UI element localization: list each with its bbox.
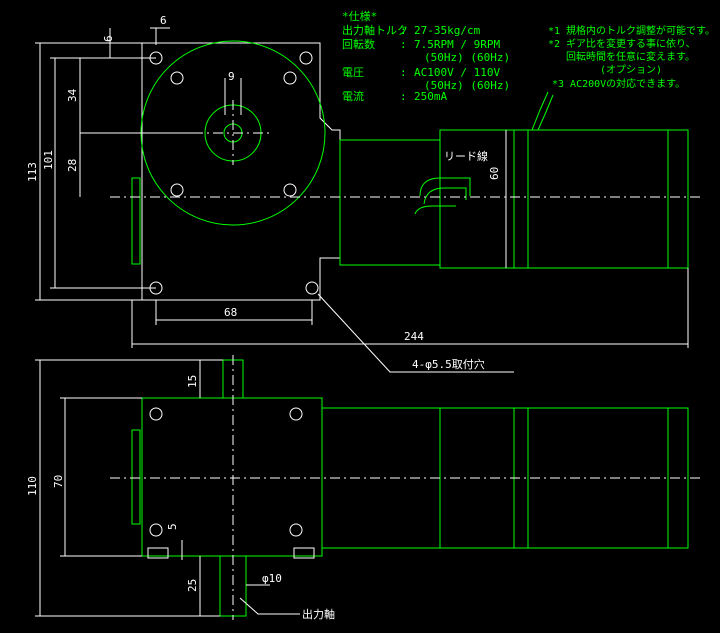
dim-28: 28 [66,159,79,172]
output-shaft-label: 出力軸 [302,607,335,621]
dim-34: 34 [66,88,79,102]
spec-colon-6: : [400,90,407,103]
spec-label-torque: 出力軸トルク [342,23,408,37]
hole-callout: 4-φ5.5取付穴 [412,357,485,371]
note-3: 回転時間を任意に変えます。 [566,50,695,63]
spec-heading: *仕様* [342,9,377,23]
note-5: *3 AC200Vの対応できます。 [552,77,685,90]
spec-label-voltage: 電圧 [342,66,364,79]
cad-drawing: *仕様* 出力軸トルク 回転数 電圧 電流 : : : : 27-35kg/cm… [0,0,720,633]
note-2: *2 ギア比を変更する事に依り、 [548,37,696,50]
lead-wire-label: リード線 [444,149,488,163]
dim-6-top: 6 [160,14,167,27]
spec-colon-1: : [400,24,407,37]
spec-value-current: 250mA [414,90,447,103]
dim-60: 60 [488,167,501,180]
spec-label-current: 電流 [342,89,364,103]
note-1: *1 規格内のトルク調整が可能です。 [548,24,715,37]
spec-value-voltage: AC100V / 110V [414,66,500,79]
dim-phi10: φ10 [262,572,282,585]
dim-68: 68 [224,306,237,319]
dim-244: 244 [404,330,424,343]
note-4: (オプション) [600,64,662,76]
spec-value-torque: 27-35kg/cm [414,24,481,37]
dim-6-side: 6 [102,35,115,42]
dim-9: 9 [228,70,235,83]
dim-25: 25 [186,579,199,592]
spec-value-rpm: 7.5RPM / 9RPM [414,38,500,51]
dim-113: 113 [26,162,39,182]
spec-value-rpm-hz: (50Hz) (60Hz) [424,51,510,64]
dim-5: 5 [166,523,179,530]
spec-colon-4: : [400,66,407,79]
spec-label-rpm: 回転数 [342,38,375,51]
dim-110: 110 [26,476,39,496]
spec-colon-2: : [400,38,407,51]
dim-15: 15 [186,375,199,388]
dim-101: 101 [42,150,55,170]
dim-70: 70 [52,475,65,488]
